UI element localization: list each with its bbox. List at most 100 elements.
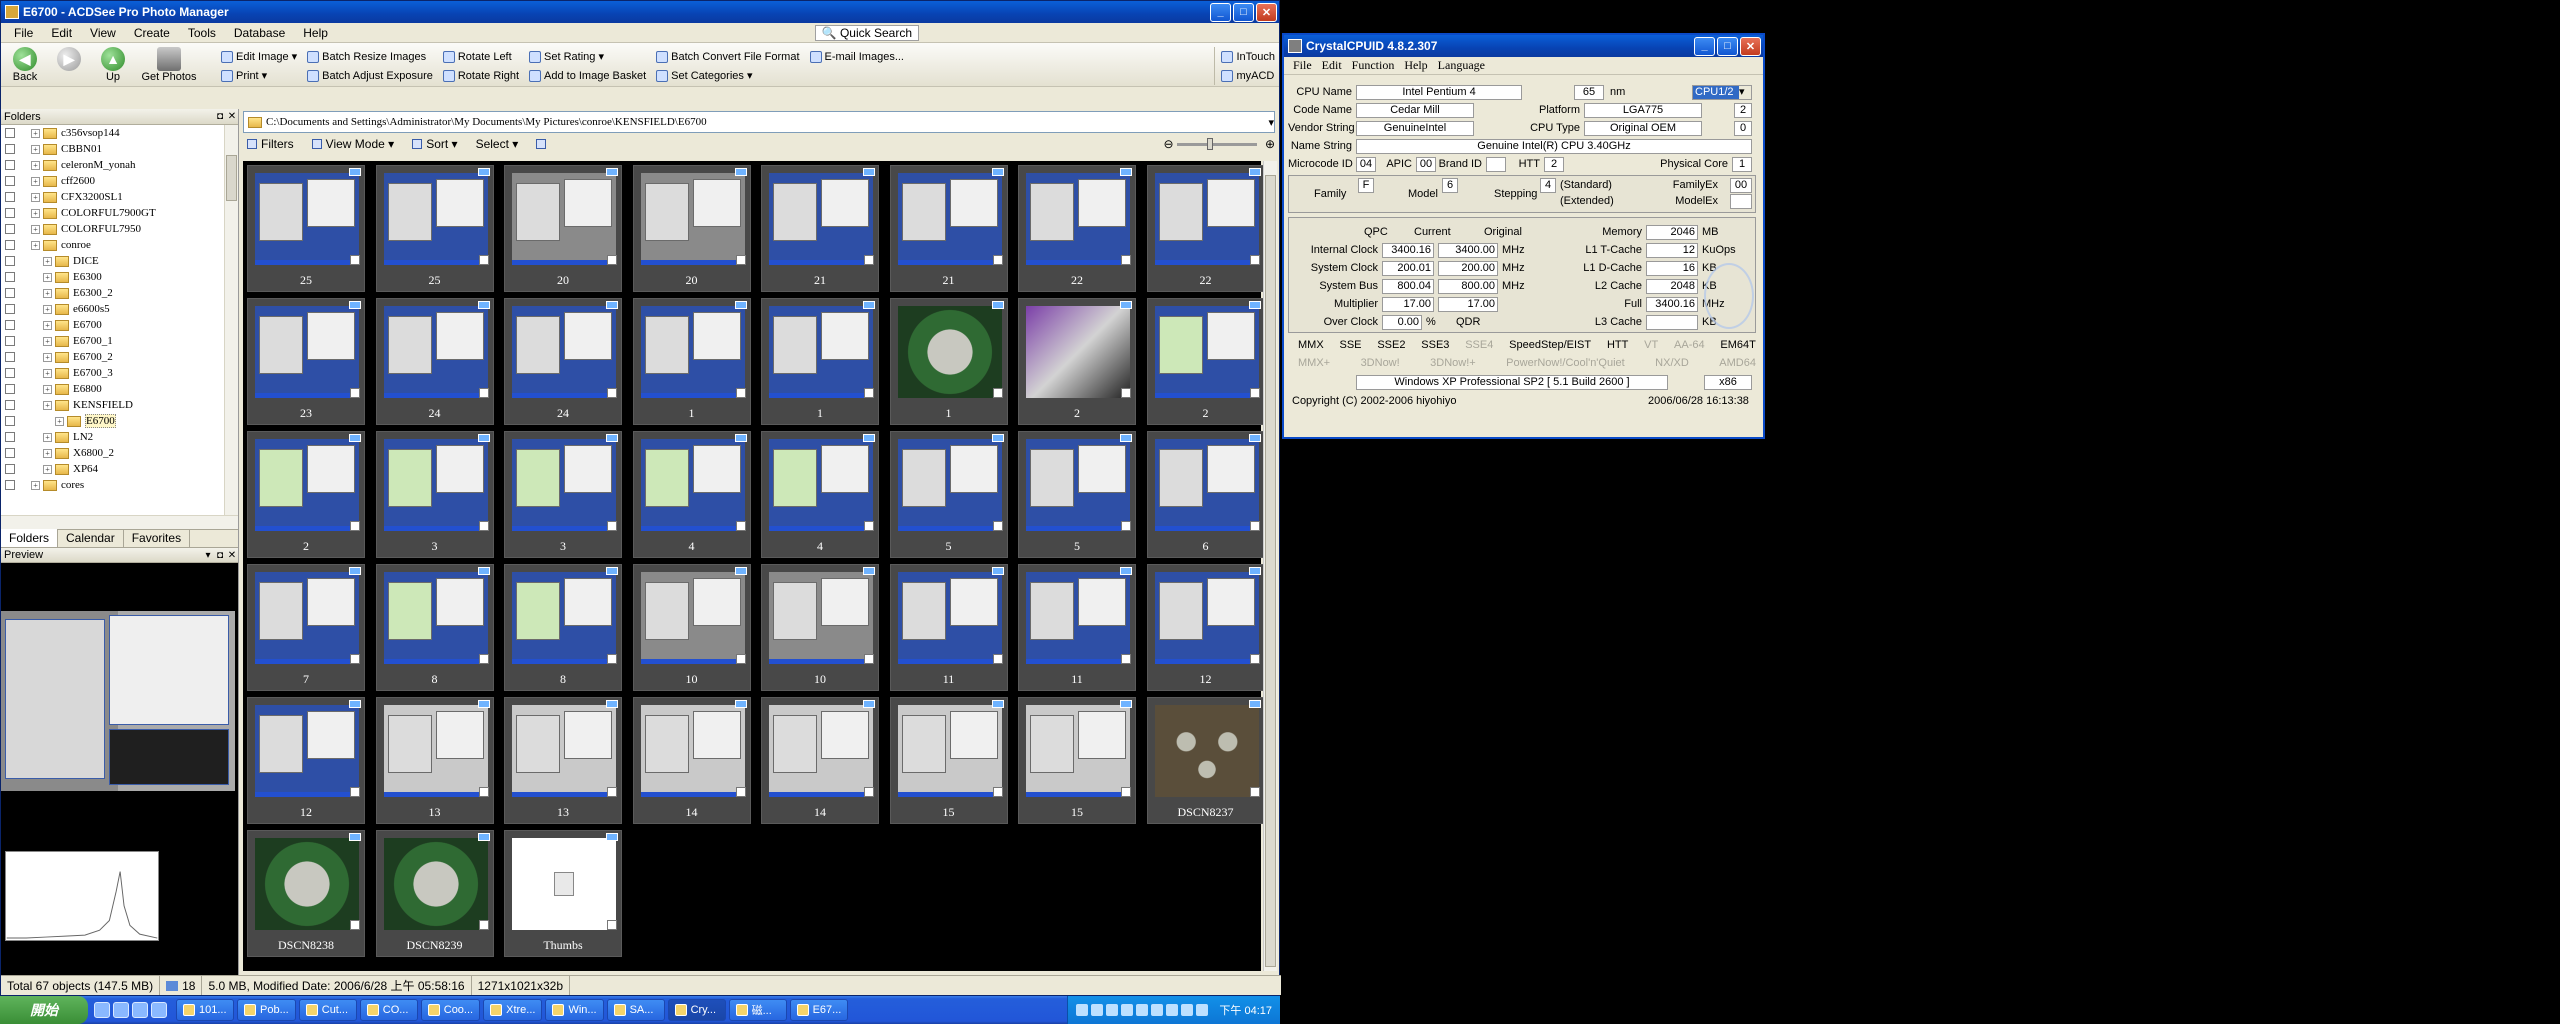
select-checkbox[interactable] xyxy=(478,388,489,398)
quick-search-button[interactable]: 🔍 Quick Search xyxy=(814,24,919,41)
select-checkbox[interactable] xyxy=(1249,255,1260,265)
crystal-menu-edit[interactable]: Edit xyxy=(1317,58,1347,73)
folder-tree-item[interactable]: + X6800_2 xyxy=(1,445,238,461)
folder-checkbox[interactable] xyxy=(5,448,15,458)
menu-file[interactable]: File xyxy=(5,26,42,40)
thumbnail-item[interactable]: 21 xyxy=(761,165,879,292)
folder-checkbox[interactable] xyxy=(5,432,15,442)
folder-tree-item[interactable]: + conroe xyxy=(1,237,238,253)
filters-button[interactable]: Filters xyxy=(247,137,294,151)
thumbnail-item[interactable]: 2 xyxy=(1146,298,1265,425)
pin-icon[interactable]: ◘ xyxy=(214,111,226,122)
set-rating-button[interactable]: Set Rating ▾ xyxy=(529,48,646,65)
folder-checkbox[interactable] xyxy=(5,480,15,490)
thumbnail-item[interactable]: Thumbs xyxy=(504,830,622,957)
acdsee-titlebar[interactable]: E6700 - ACDSee Pro Photo Manager _ □ ✕ xyxy=(1,1,1279,23)
select-checkbox[interactable] xyxy=(735,521,746,531)
close-icon[interactable]: ✕ xyxy=(1256,2,1277,22)
taskbar-button[interactable]: E67... xyxy=(789,999,849,1021)
intouch-button[interactable]: InTouch xyxy=(1221,48,1275,65)
folder-checkbox[interactable] xyxy=(5,176,15,186)
thumbnail-item[interactable]: 2 xyxy=(1018,298,1136,425)
thumbnail-item[interactable]: DSCN8237 xyxy=(1146,697,1265,824)
tab-favorites[interactable]: Favorites xyxy=(124,529,191,547)
thumbnail-item[interactable]: 4 xyxy=(761,431,879,558)
crystal-titlebar[interactable]: CrystalCPUID 4.8.2.307 _ □ ✕ xyxy=(1284,35,1763,57)
expand-icon[interactable]: + xyxy=(43,288,52,298)
folder-checkbox[interactable] xyxy=(5,272,15,282)
select-checkbox[interactable] xyxy=(607,787,617,797)
thumbnail-item[interactable]: 1 xyxy=(761,298,879,425)
folder-tree-item[interactable]: + c356vsop144 xyxy=(1,125,238,141)
thumbnail-item[interactable]: 12 xyxy=(1146,564,1265,691)
taskbar-button[interactable]: Win... xyxy=(545,999,604,1021)
thumbnail-item[interactable]: 5 xyxy=(1018,431,1136,558)
select-checkbox[interactable] xyxy=(735,787,746,797)
ie-icon[interactable] xyxy=(94,1002,110,1018)
expand-icon[interactable]: + xyxy=(31,128,40,138)
thumbnail-item[interactable]: 14 xyxy=(761,697,879,824)
select-checkbox[interactable] xyxy=(1121,654,1131,664)
select-checkbox[interactable] xyxy=(478,920,489,930)
myacd-button[interactable]: myACD xyxy=(1221,67,1275,84)
taskbar-button[interactable]: Coo... xyxy=(420,999,481,1021)
expand-icon[interactable]: + xyxy=(43,464,52,474)
select-checkbox[interactable] xyxy=(992,654,1003,664)
folder-tree-item[interactable]: + E6700_2 xyxy=(1,349,238,365)
folder-checkbox[interactable] xyxy=(5,224,15,234)
expand-icon[interactable]: + xyxy=(43,368,52,378)
thumbnail-item[interactable]: 25 xyxy=(375,165,494,292)
thumbnail-item[interactable]: 13 xyxy=(504,697,622,824)
select-checkbox[interactable] xyxy=(350,920,360,930)
folder-checkbox[interactable] xyxy=(5,320,15,330)
preview-pin-icon[interactable]: ◘ xyxy=(214,550,226,561)
select-checkbox[interactable] xyxy=(864,255,874,265)
expand-icon[interactable]: + xyxy=(43,336,52,346)
sort-button[interactable]: Sort ▾ xyxy=(412,137,458,151)
set-categories-button[interactable]: Set Categories ▾ xyxy=(656,67,799,84)
folder-tree-item[interactable]: + E6700 xyxy=(1,317,238,333)
select-checkbox[interactable] xyxy=(478,255,489,265)
expand-icon[interactable]: + xyxy=(31,176,40,186)
folder-checkbox[interactable] xyxy=(5,400,15,410)
thumbnail-item[interactable]: 10 xyxy=(761,564,879,691)
folder-tree-item[interactable]: + CFX3200SL1 xyxy=(1,189,238,205)
tray-icon[interactable] xyxy=(1076,1004,1089,1016)
rotate-left-button[interactable]: Rotate Left xyxy=(442,48,519,65)
select-checkbox[interactable] xyxy=(864,521,874,531)
thumbnail-item[interactable]: 13 xyxy=(375,697,494,824)
thumbnail-item[interactable]: 10 xyxy=(632,564,751,691)
expand-icon[interactable]: + xyxy=(31,480,40,490)
folder-checkbox[interactable] xyxy=(5,384,15,394)
select-checkbox[interactable] xyxy=(607,388,617,398)
maximize-icon[interactable]: □ xyxy=(1233,2,1254,22)
folder-tree-item[interactable]: + LN2 xyxy=(1,429,238,445)
minimize-icon[interactable]: _ xyxy=(1210,2,1231,22)
path-bar[interactable]: C:\Documents and Settings\Administrator\… xyxy=(243,111,1275,133)
tree-scrollbar[interactable] xyxy=(224,125,238,515)
thumbnail-item[interactable]: 25 xyxy=(247,165,365,292)
zoom-slider[interactable] xyxy=(1176,137,1257,150)
folder-checkbox[interactable] xyxy=(5,208,15,218)
folder-checkbox[interactable] xyxy=(5,464,15,474)
expand-icon[interactable]: + xyxy=(43,432,52,442)
select-checkbox[interactable] xyxy=(1249,388,1260,398)
folder-checkbox[interactable] xyxy=(5,128,15,138)
add-basket-button[interactable]: Add to Image Basket xyxy=(529,67,646,84)
thumbnail-item[interactable]: 15 xyxy=(1018,697,1136,824)
folder-checkbox[interactable] xyxy=(5,288,15,298)
preview-menu-icon[interactable]: ▾ xyxy=(202,550,214,561)
folder-checkbox[interactable] xyxy=(5,304,15,314)
tab-folders[interactable]: Folders xyxy=(1,529,59,547)
thumbnail-item[interactable]: 2 xyxy=(247,431,365,558)
expand-icon[interactable]: + xyxy=(31,240,40,250)
taskbar-button[interactable]: CO... xyxy=(359,999,418,1021)
tab-calendar[interactable]: Calendar xyxy=(58,529,124,547)
folder-checkbox[interactable] xyxy=(5,160,15,170)
select-checkbox[interactable] xyxy=(992,787,1003,797)
folder-checkbox[interactable] xyxy=(5,368,15,378)
thumbnail-item[interactable]: 11 xyxy=(889,564,1008,691)
folder-tree-item[interactable]: + celeronM_yonah xyxy=(1,157,238,173)
expand-icon[interactable]: + xyxy=(31,144,40,154)
thumbnail-item[interactable]: 5 xyxy=(889,431,1008,558)
